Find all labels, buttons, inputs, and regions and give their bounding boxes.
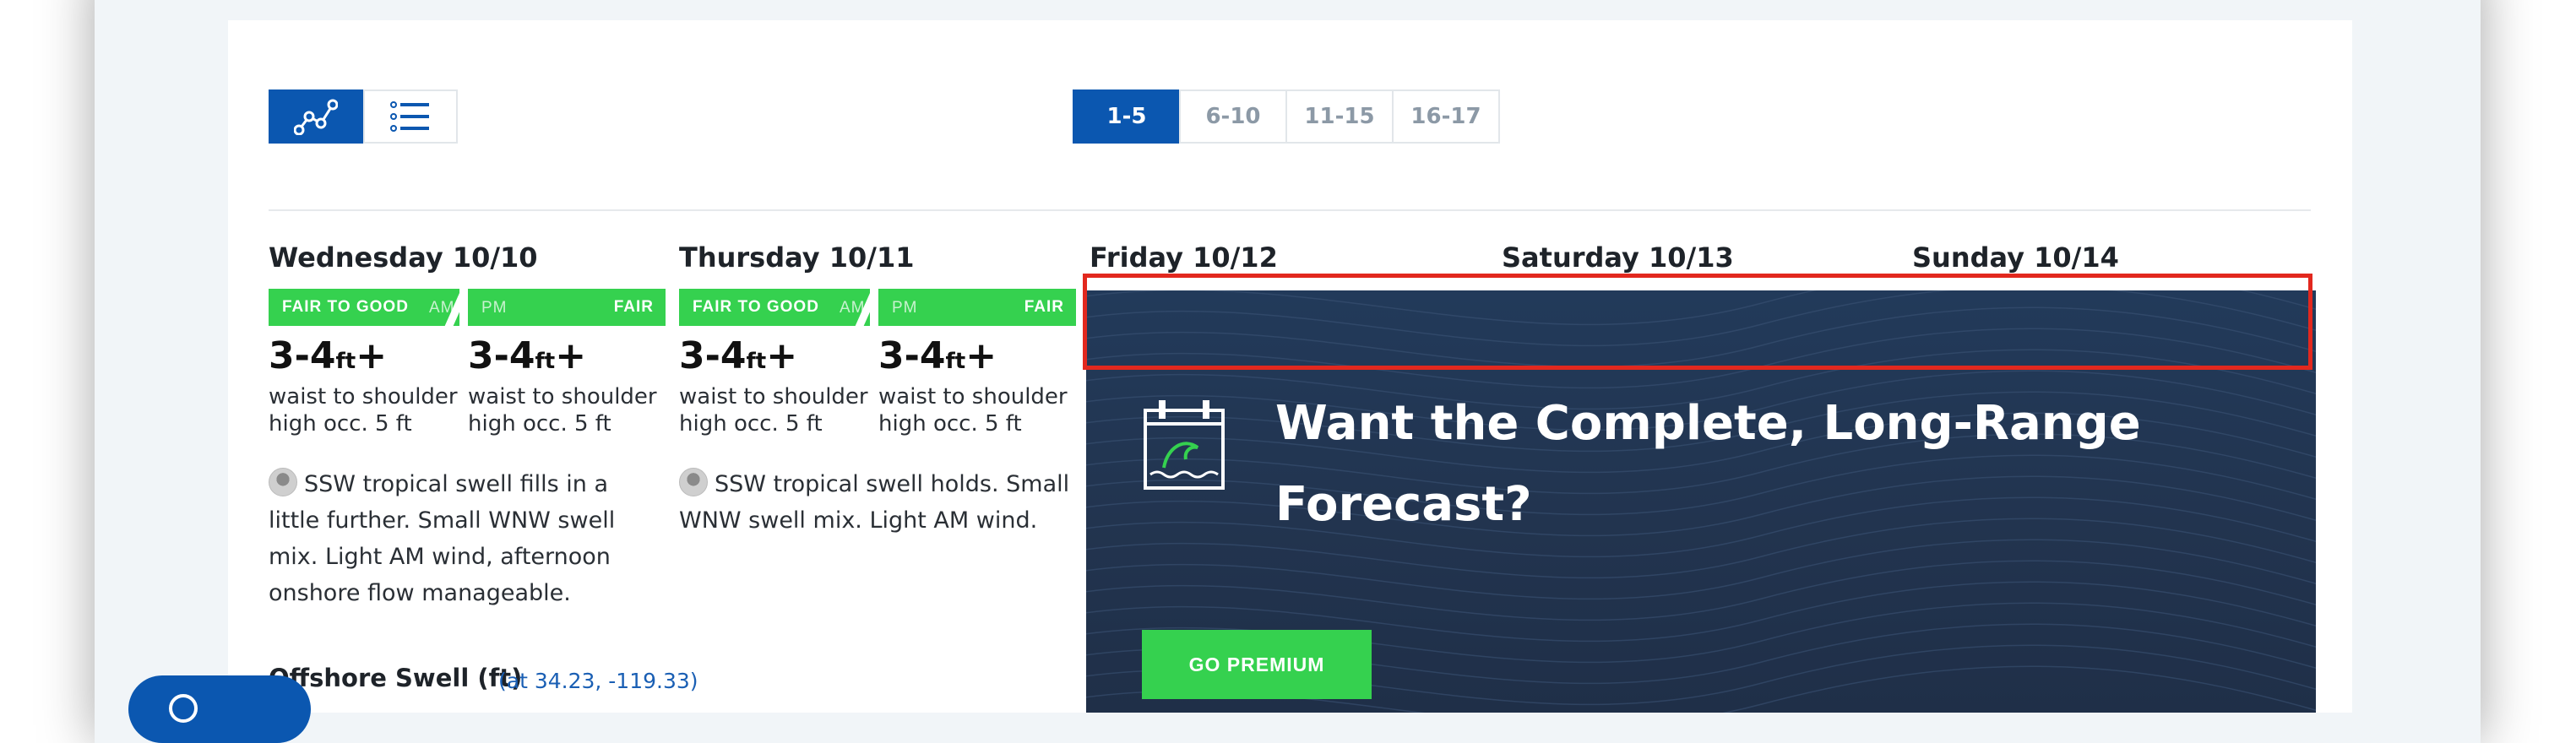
view-toggle (269, 89, 458, 144)
calendar-wave-icon (1144, 400, 1225, 490)
day-title-wednesday: Wednesday 10/10 (269, 241, 538, 274)
day-title-sunday: Sunday 10/14 (1912, 241, 2119, 274)
range-tabs: 1-5 6-10 11-15 16-17 (1073, 89, 1500, 144)
surf-desc-am-line2: high occ. 5 ft (679, 411, 823, 437)
avatar (679, 468, 708, 496)
chat-button[interactable] (128, 675, 311, 743)
offshore-swell-label: Offshore Swell (ft) (269, 664, 523, 692)
surf-desc-am-line2: high occ. 5 ft (269, 411, 412, 437)
offshore-coords-link[interactable]: (at 34.23, -119.33) (498, 669, 698, 693)
rating-bar-day2: FAIR TO GOOD AM PM FAIR (679, 287, 1076, 329)
rating-pm-label: FAIR (613, 298, 654, 316)
surf-height-pm: 3-4ft+ (468, 334, 587, 377)
surf-height-pm: 3-4ft+ (878, 334, 997, 377)
rating-am: FAIR TO GOOD AM (679, 289, 870, 326)
pm-label: PM (481, 299, 508, 317)
surf-height-am: 3-4ft+ (269, 334, 388, 377)
line-chart-icon (294, 99, 338, 135)
day-title-friday: Friday 10/12 (1090, 241, 1278, 274)
pm-label: PM (892, 299, 918, 317)
surf-desc-pm-line2: high occ. 5 ft (878, 411, 1022, 437)
rating-am: FAIR TO GOOD AM (269, 289, 459, 326)
premium-title: Want the Complete, Long-Range Forecast? (1275, 396, 2141, 532)
rating-pm-label: FAIR (1024, 298, 1064, 316)
premium-upsell: Want the Complete, Long-Range Forecast? … (1086, 290, 2316, 713)
rating-am-label: FAIR TO GOOD (693, 298, 819, 316)
surf-desc-am-line1: waist to shoulder (679, 384, 868, 409)
surf-desc-pm-line1: waist to shoulder (878, 384, 1068, 409)
day-title-saturday: Saturday 10/13 (1502, 241, 1734, 274)
surf-desc-pm-line2: high occ. 5 ft (468, 411, 611, 437)
rating-bar-day1: FAIR TO GOOD AM PM FAIR (269, 287, 666, 329)
day-title-thursday: Thursday 10/11 (679, 241, 915, 274)
forecaster-summary-day1: SSW tropical swell fills in a little fur… (269, 466, 666, 611)
divider (269, 209, 2311, 211)
chat-icon (169, 694, 198, 723)
surf-height-am: 3-4ft+ (679, 334, 798, 377)
tab-range-11-15[interactable]: 11-15 (1285, 89, 1394, 144)
forecaster-summary-day2: SSW tropical swell holds. Small WNW swel… (679, 466, 1076, 539)
list-icon (390, 101, 429, 132)
avatar (269, 468, 297, 496)
chart-view-button[interactable] (269, 89, 363, 144)
tab-range-16-17[interactable]: 16-17 (1392, 89, 1500, 144)
surf-desc-pm-line1: waist to shoulder (468, 384, 657, 409)
go-premium-button[interactable]: GO PREMIUM (1142, 630, 1372, 699)
list-view-button[interactable] (363, 89, 458, 144)
rating-pm: PM FAIR (468, 289, 666, 326)
tab-range-6-10[interactable]: 6-10 (1179, 89, 1287, 144)
rating-am-label: FAIR TO GOOD (282, 298, 409, 316)
tab-range-1-5[interactable]: 1-5 (1073, 89, 1181, 144)
rating-pm: PM FAIR (878, 289, 1076, 326)
surf-desc-am-line1: waist to shoulder (269, 384, 458, 409)
